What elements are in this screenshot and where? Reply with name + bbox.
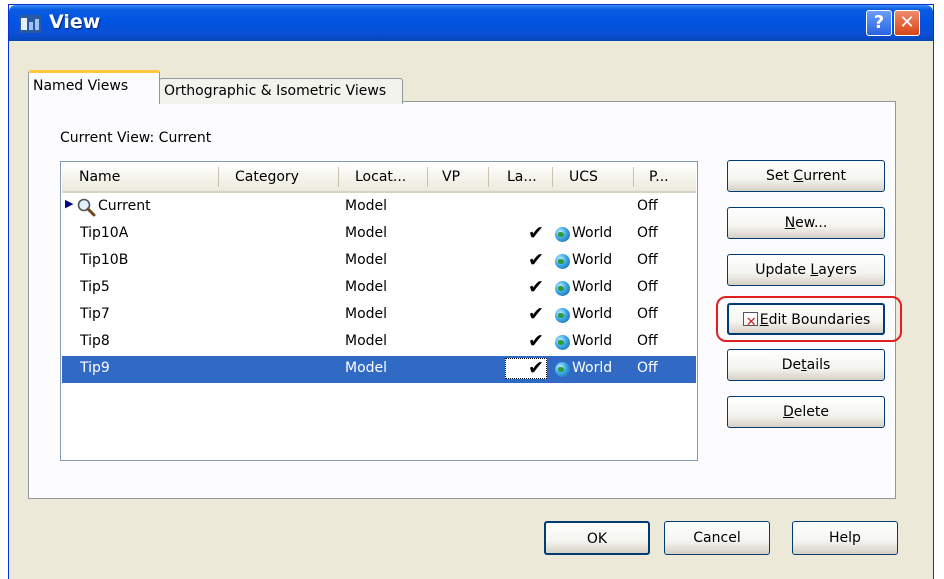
view-location: Model bbox=[345, 279, 388, 295]
tab-orthographic-isometric[interactable]: Orthographic & Isometric Views bbox=[159, 78, 403, 104]
checkmark-icon: ✔ bbox=[528, 303, 544, 325]
delete-button[interactable]: Delete bbox=[727, 396, 885, 428]
new-button[interactable]: New... bbox=[727, 207, 885, 239]
checkmark-icon: ✔ bbox=[528, 357, 544, 379]
magnifier-icon bbox=[77, 198, 96, 217]
globe-icon bbox=[555, 308, 570, 323]
column-ucs[interactable]: UCS bbox=[569, 169, 598, 185]
view-ucs: World bbox=[572, 333, 613, 349]
view-name: Tip7 bbox=[80, 306, 110, 322]
view-ucs: World bbox=[572, 225, 613, 241]
set-current-button[interactable]: Set Current bbox=[727, 160, 885, 192]
table-row-selected[interactable]: Tip9 Model ✔ World Off bbox=[62, 356, 696, 383]
table-row[interactable]: Tip5 Model ✔ World Off bbox=[62, 275, 696, 302]
ok-button[interactable]: OK bbox=[544, 521, 650, 555]
edit-boundaries-button[interactable]: ✕ Edit Boundaries bbox=[727, 303, 885, 335]
view-name: Tip8 bbox=[80, 333, 110, 349]
view-name: Tip5 bbox=[80, 279, 110, 295]
title-bar[interactable]: View ? ✕ bbox=[9, 5, 933, 41]
table-row[interactable]: Tip10A Model ✔ World Off bbox=[62, 221, 696, 248]
view-perspective: Off bbox=[637, 198, 658, 214]
view-name: Tip9 bbox=[80, 360, 110, 376]
view-perspective: Off bbox=[637, 333, 658, 349]
view-name: Tip10B bbox=[80, 252, 129, 268]
help-button[interactable]: Help bbox=[792, 521, 898, 555]
view-ucs: World bbox=[572, 306, 613, 322]
table-row[interactable]: Tip8 Model ✔ World Off bbox=[62, 329, 696, 356]
details-button[interactable]: Details bbox=[727, 349, 885, 381]
current-view-label: Current View: Current bbox=[60, 130, 211, 146]
view-location: Model bbox=[345, 306, 388, 322]
views-list[interactable]: Name Category Locat... VP La... UCS P...… bbox=[60, 161, 698, 461]
column-layers[interactable]: La... bbox=[507, 169, 537, 185]
close-button[interactable]: ✕ bbox=[894, 10, 920, 36]
close-icon: ✕ bbox=[899, 12, 915, 33]
current-view-caption: Current View: bbox=[60, 130, 155, 146]
view-ucs: World bbox=[572, 360, 613, 376]
help-title-button[interactable]: ? bbox=[866, 10, 892, 36]
column-perspective[interactable]: P... bbox=[649, 169, 669, 185]
list-header: Name Category Locat... VP La... UCS P... bbox=[62, 163, 696, 193]
table-row[interactable]: Tip10B Model ✔ World Off bbox=[62, 248, 696, 275]
view-location: Model bbox=[345, 360, 388, 376]
view-perspective: Off bbox=[637, 252, 658, 268]
checkmark-icon: ✔ bbox=[528, 249, 544, 271]
question-icon: ? bbox=[873, 12, 885, 33]
row-pointer-icon: ▶ bbox=[65, 197, 74, 210]
view-perspective: Off bbox=[637, 360, 658, 376]
table-row[interactable]: ▶ Current Model Off bbox=[62, 194, 696, 221]
globe-icon bbox=[555, 227, 570, 242]
view-location: Model bbox=[345, 198, 388, 214]
column-location[interactable]: Locat... bbox=[355, 169, 406, 185]
globe-icon bbox=[555, 362, 570, 377]
column-name[interactable]: Name bbox=[79, 169, 120, 185]
view-location: Model bbox=[345, 333, 388, 349]
checkmark-icon: ✔ bbox=[528, 222, 544, 244]
view-ucs: World bbox=[572, 252, 613, 268]
globe-icon bbox=[555, 254, 570, 269]
view-name: Current bbox=[98, 198, 151, 214]
view-perspective: Off bbox=[637, 279, 658, 295]
table-row[interactable]: Tip7 Model ✔ World Off bbox=[62, 302, 696, 329]
checkmark-icon: ✔ bbox=[528, 276, 544, 298]
view-ucs: World bbox=[572, 279, 613, 295]
column-vp[interactable]: VP bbox=[442, 169, 460, 185]
current-view-value: Current bbox=[158, 130, 212, 146]
view-perspective: Off bbox=[637, 225, 658, 241]
globe-icon bbox=[555, 281, 570, 296]
view-location: Model bbox=[345, 225, 388, 241]
view-name: Tip10A bbox=[80, 225, 129, 241]
globe-icon bbox=[555, 335, 570, 350]
window-title: View bbox=[49, 11, 101, 33]
view-perspective: Off bbox=[637, 306, 658, 322]
app-icon bbox=[19, 15, 41, 33]
cancel-button[interactable]: Cancel bbox=[664, 521, 770, 555]
edit-boundaries-icon: ✕ bbox=[742, 311, 759, 330]
view-location: Model bbox=[345, 252, 388, 268]
tab-named-views[interactable]: Named Views bbox=[28, 70, 160, 102]
checkmark-icon: ✔ bbox=[528, 330, 544, 352]
column-category[interactable]: Category bbox=[235, 169, 299, 185]
update-layers-button[interactable]: Update Layers bbox=[727, 254, 885, 286]
